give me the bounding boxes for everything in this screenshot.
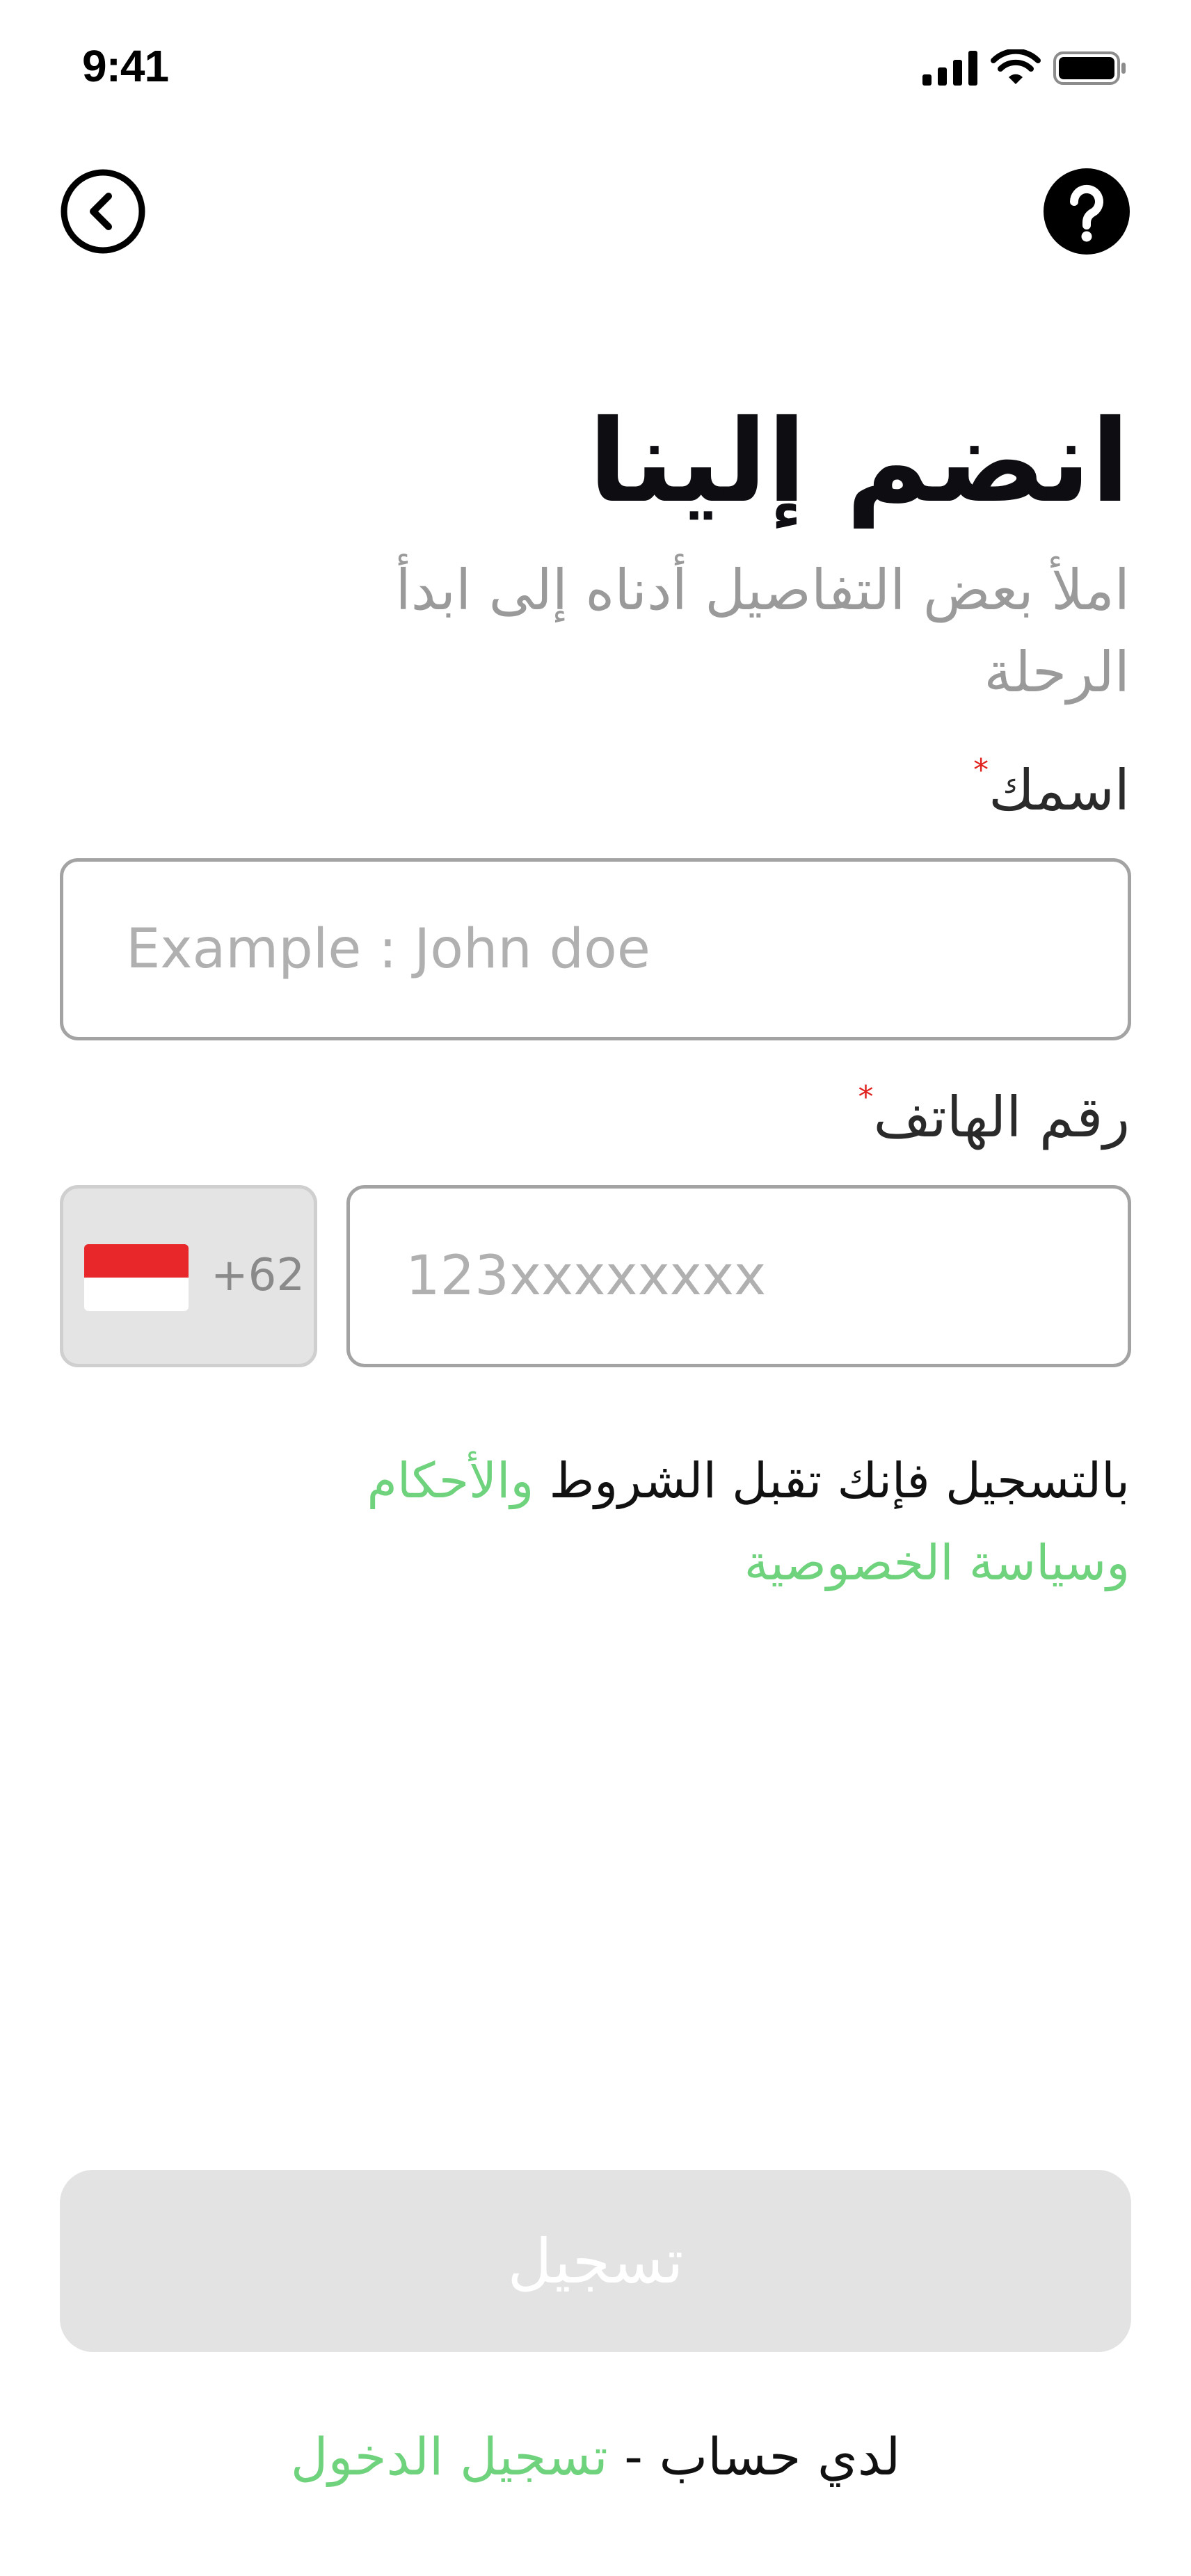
- back-button[interactable]: [60, 168, 146, 255]
- status-bar: 9:41: [0, 0, 1191, 139]
- have-account-text: لدي حساب -: [607, 2427, 901, 2487]
- name-label-text: اسمك: [989, 758, 1130, 823]
- terms-prefix: بالتسجيل فإنك تقبل الشروط: [534, 1452, 1130, 1509]
- status-icons: [922, 48, 1127, 90]
- register-button[interactable]: تسجيل: [60, 2170, 1131, 2352]
- cellular-signal-icon: [922, 51, 978, 88]
- name-label: اسمك*: [973, 752, 1130, 823]
- country-code-selector[interactable]: +62: [60, 1185, 317, 1367]
- help-button[interactable]: [1042, 167, 1131, 256]
- status-time: 9:41: [82, 41, 169, 91]
- chevron-left-circle-icon: [61, 169, 145, 254]
- required-marker: *: [858, 1079, 874, 1115]
- page-title: انضم إلينا: [588, 395, 1130, 528]
- wifi-icon: [991, 48, 1041, 90]
- name-input[interactable]: [60, 858, 1131, 1040]
- phone-label: رقم الهاتف*: [858, 1079, 1130, 1150]
- required-marker: *: [973, 752, 989, 788]
- have-account-line: لدي حساب - تسجيل الدخول: [0, 2427, 1191, 2487]
- page-subtitle: املأ بعض التفاصيل أدناه إلى ابدأ الرحلة: [395, 558, 1130, 705]
- indonesia-flag-icon: [84, 1244, 189, 1311]
- terms-text: بالتسجيل فإنك تقبل الشروط والأحكام وسياس…: [45, 1440, 1130, 1604]
- phone-label-text: رقم الهاتف: [873, 1085, 1130, 1150]
- login-link[interactable]: تسجيل الدخول: [291, 2427, 608, 2487]
- terms-link[interactable]: والأحكام: [367, 1452, 534, 1509]
- battery-icon: [1053, 50, 1127, 89]
- phone-input[interactable]: [346, 1185, 1131, 1367]
- question-circle-icon: [1044, 168, 1130, 255]
- privacy-policy-link[interactable]: وسياسة الخصوصية: [744, 1534, 1130, 1591]
- country-dial-code: +62: [211, 1250, 305, 1301]
